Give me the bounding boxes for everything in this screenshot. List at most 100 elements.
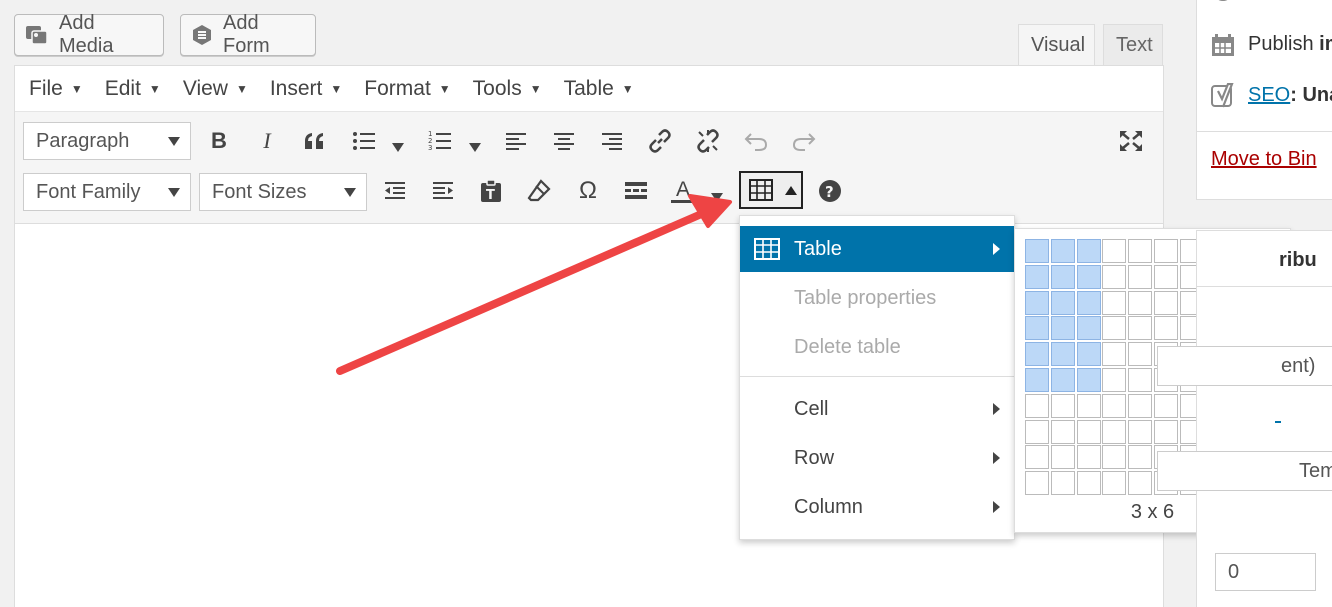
grid-cell[interactable] (1102, 264, 1127, 289)
clear-formatting-button[interactable] (522, 174, 556, 208)
add-media-button[interactable]: Add Media (14, 12, 164, 57)
bullet-list-button[interactable] (347, 124, 381, 158)
menu-format[interactable]: Format ▼ (364, 77, 450, 101)
table-menu-item-column[interactable]: Column (740, 484, 1014, 530)
grid-cell[interactable] (1025, 445, 1049, 470)
special-character-button[interactable]: Ω (571, 174, 605, 208)
grid-cell[interactable] (1050, 290, 1075, 315)
grid-cell[interactable] (1025, 264, 1049, 289)
table-menu-item-table-properties[interactable]: Table properties (740, 275, 1014, 321)
grid-cell[interactable] (1128, 393, 1153, 418)
font-sizes-select[interactable]: Font Sizes (199, 173, 367, 211)
table-menu-item-delete-table[interactable]: Delete table (740, 324, 1014, 370)
grid-cell[interactable] (1025, 367, 1049, 392)
grid-cell[interactable] (1128, 367, 1153, 392)
text-color-button[interactable]: A (667, 174, 701, 208)
grid-cell[interactable] (1128, 264, 1153, 289)
grid-cell[interactable] (1102, 445, 1127, 470)
grid-cell[interactable] (1102, 342, 1127, 367)
paste-text-button[interactable]: T (474, 174, 508, 208)
grid-cell[interactable] (1076, 367, 1101, 392)
grid-cell[interactable] (1076, 290, 1101, 315)
menu-edit[interactable]: Edit ▼ (105, 77, 161, 101)
grid-cell[interactable] (1128, 342, 1153, 367)
grid-cell[interactable] (1050, 316, 1075, 341)
parent-select[interactable]: ent) (1157, 346, 1332, 386)
grid-cell[interactable] (1076, 393, 1101, 418)
grid-cell[interactable] (1128, 239, 1153, 263)
outdent-button[interactable] (378, 174, 412, 208)
grid-cell[interactable] (1050, 239, 1075, 263)
tab-text[interactable]: Text (1103, 24, 1163, 66)
grid-cell[interactable] (1050, 393, 1075, 418)
grid-cell[interactable] (1076, 316, 1101, 341)
numbered-list-button[interactable]: 123 (423, 124, 457, 158)
grid-cell[interactable] (1128, 419, 1153, 444)
table-button[interactable] (739, 171, 803, 209)
grid-cell[interactable] (1076, 471, 1101, 496)
horizontal-line-button[interactable] (619, 174, 653, 208)
grid-cell[interactable] (1128, 445, 1153, 470)
grid-cell[interactable] (1102, 239, 1127, 263)
menu-tools[interactable]: Tools ▼ (473, 77, 542, 101)
grid-cell[interactable] (1128, 471, 1153, 496)
grid-cell[interactable] (1025, 239, 1049, 263)
blockquote-button[interactable] (298, 124, 332, 158)
grid-cell[interactable] (1102, 471, 1127, 496)
grid-cell[interactable] (1050, 419, 1075, 444)
template-select[interactable]: Tem (1157, 451, 1332, 491)
table-menu-item-table[interactable]: Table (740, 226, 1014, 272)
grid-cell[interactable] (1128, 290, 1153, 315)
insert-link-button[interactable] (643, 124, 677, 158)
grid-cell[interactable] (1076, 419, 1101, 444)
remove-link-button[interactable] (691, 124, 725, 158)
grid-cell[interactable] (1076, 239, 1101, 263)
grid-cell[interactable] (1076, 264, 1101, 289)
grid-cell[interactable] (1025, 290, 1049, 315)
redo-button[interactable] (787, 124, 821, 158)
paragraph-select[interactable]: Paragraph (23, 122, 191, 160)
table-menu-item-cell[interactable]: Cell (740, 386, 1014, 432)
grid-cell[interactable] (1102, 393, 1127, 418)
text-color-dropdown[interactable] (711, 193, 723, 202)
table-menu-item-row[interactable]: Row (740, 435, 1014, 481)
italic-button[interactable]: I (250, 124, 284, 158)
grid-cell[interactable] (1050, 445, 1075, 470)
grid-cell[interactable] (1050, 367, 1075, 392)
grid-cell[interactable] (1025, 419, 1049, 444)
align-right-button[interactable] (595, 124, 629, 158)
grid-cell[interactable] (1050, 264, 1075, 289)
indent-button[interactable] (426, 174, 460, 208)
seo-link[interactable]: SEO (1248, 84, 1290, 106)
tab-visual[interactable]: Visual (1018, 24, 1095, 66)
grid-cell[interactable] (1076, 342, 1101, 367)
grid-cell[interactable] (1102, 419, 1127, 444)
fullscreen-button[interactable] (1114, 124, 1148, 158)
grid-cell[interactable] (1153, 290, 1178, 315)
grid-cell[interactable] (1050, 471, 1075, 496)
help-button[interactable]: ? (813, 174, 847, 208)
move-to-bin-link[interactable]: Move to Bin (1211, 148, 1317, 170)
grid-cell[interactable] (1153, 419, 1178, 444)
grid-cell[interactable] (1153, 264, 1178, 289)
align-left-button[interactable] (499, 124, 533, 158)
grid-cell[interactable] (1102, 290, 1127, 315)
grid-cell[interactable] (1128, 316, 1153, 341)
grid-cell[interactable] (1076, 445, 1101, 470)
menu-table[interactable]: Table ▼ (564, 77, 634, 101)
bullet-list-dropdown[interactable] (392, 143, 404, 152)
align-center-button[interactable] (547, 124, 581, 158)
grid-cell[interactable] (1102, 367, 1127, 392)
undo-button[interactable] (739, 124, 773, 158)
numbered-list-dropdown[interactable] (469, 143, 481, 152)
grid-cell[interactable] (1050, 342, 1075, 367)
menu-file[interactable]: File ▼ (29, 77, 83, 101)
grid-cell[interactable] (1153, 316, 1178, 341)
grid-cell[interactable] (1025, 471, 1049, 496)
grid-cell[interactable] (1153, 393, 1178, 418)
add-form-button[interactable]: Add Form (180, 12, 316, 57)
grid-cell[interactable] (1102, 316, 1127, 341)
grid-cell[interactable] (1025, 393, 1049, 418)
font-family-select[interactable]: Font Family (23, 173, 191, 211)
grid-cell[interactable] (1025, 342, 1049, 367)
